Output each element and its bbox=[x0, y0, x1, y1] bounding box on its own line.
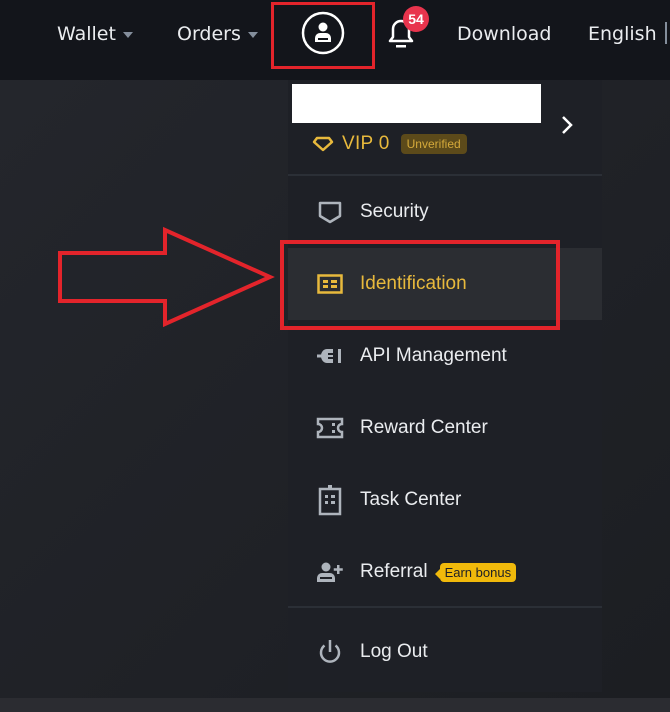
caret-down-icon bbox=[247, 32, 258, 38]
nav-download[interactable]: Download bbox=[457, 20, 551, 48]
vip-level: VIP 0 bbox=[342, 133, 390, 154]
earn-bonus-badge: Earn bonus bbox=[434, 562, 517, 582]
caret-down-icon bbox=[122, 32, 133, 38]
divider bbox=[288, 606, 602, 608]
logout-button[interactable]: Log Out bbox=[288, 616, 602, 688]
ticket-icon bbox=[316, 414, 344, 442]
menu-item-reward-center[interactable]: Reward Center bbox=[288, 392, 602, 464]
diamond-icon bbox=[312, 136, 334, 152]
shield-icon bbox=[316, 198, 344, 226]
nav-language[interactable]: English bbox=[588, 20, 657, 48]
account-dropdown: VIP 0 Unverified Security Identification bbox=[288, 80, 602, 692]
nav-orders[interactable]: Orders bbox=[177, 20, 258, 48]
nav-wallet[interactable]: Wallet bbox=[57, 20, 133, 48]
menu-item-api-management[interactable]: API Management bbox=[288, 320, 602, 392]
redacted-username bbox=[292, 84, 541, 123]
menu-item-label: Task Center bbox=[360, 489, 462, 510]
menu-item-security[interactable]: Security bbox=[288, 176, 602, 248]
clipboard-icon bbox=[316, 485, 344, 516]
nav-orders-label: Orders bbox=[177, 23, 241, 45]
menu-item-label: Reward Center bbox=[360, 417, 488, 438]
annotation-box-identification bbox=[280, 240, 560, 330]
notification-count-badge: 54 bbox=[403, 6, 429, 32]
user-plus-icon bbox=[316, 558, 344, 586]
verification-badge: Unverified bbox=[400, 134, 467, 154]
profile-summary[interactable]: VIP 0 Unverified bbox=[288, 80, 602, 174]
menu-item-referral[interactable]: Referral Earn bonus bbox=[288, 536, 602, 608]
plug-icon bbox=[316, 342, 344, 370]
menu-item-label: Security bbox=[360, 201, 429, 222]
annotation-arrow-icon bbox=[58, 226, 275, 328]
menu-item-label: Referral bbox=[360, 561, 428, 582]
annotation-box-user bbox=[271, 2, 375, 69]
menu-item-task-center[interactable]: Task Center bbox=[288, 464, 602, 536]
power-icon bbox=[316, 638, 344, 666]
chevron-right-icon bbox=[562, 116, 573, 134]
vip-row: VIP 0 Unverified bbox=[312, 132, 467, 156]
bottom-strip bbox=[0, 698, 670, 712]
menu-item-label: API Management bbox=[360, 345, 507, 366]
menu-item-label: Log Out bbox=[360, 641, 428, 662]
nav-wallet-label: Wallet bbox=[57, 23, 116, 45]
nav-divider bbox=[665, 22, 667, 44]
